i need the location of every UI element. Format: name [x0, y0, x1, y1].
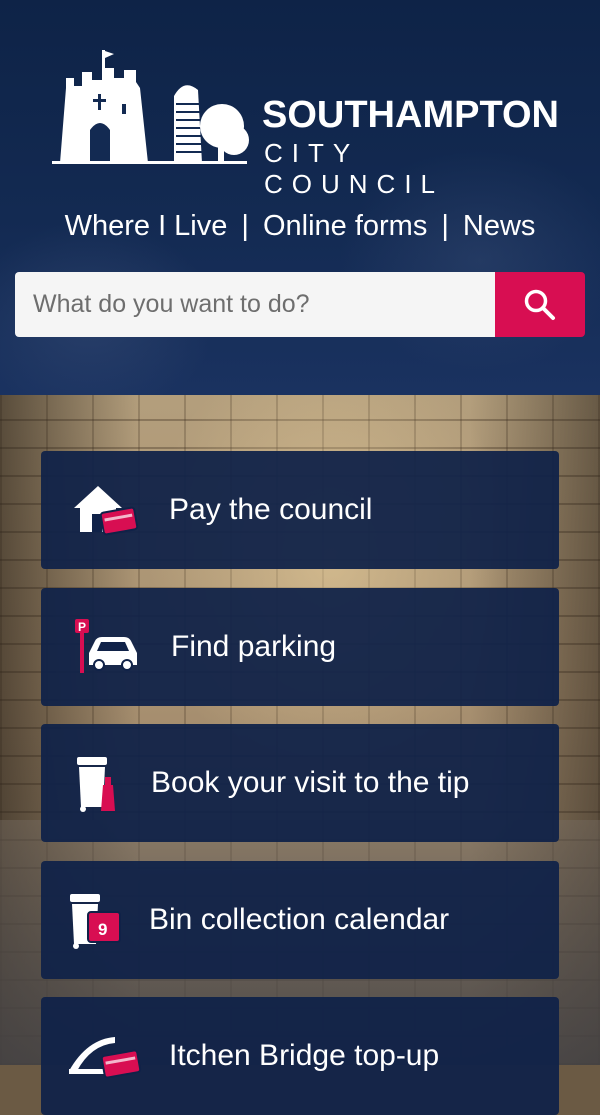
service-label: Itchen Bridge top-up — [169, 1039, 440, 1072]
site-header: SOUTHAMPTON CITY COUNCIL Where I Live | On… — [0, 0, 600, 395]
search-button[interactable] — [495, 272, 585, 337]
bin-bottle-icon — [41, 724, 151, 842]
house-card-icon — [41, 451, 169, 569]
brand-name: SOUTHAMPTON — [262, 94, 559, 136]
parking-car-icon: P — [41, 588, 171, 706]
search-input[interactable] — [15, 272, 495, 337]
top-nav: Where I Live | Online forms | News — [0, 210, 600, 243]
nav-news[interactable]: News — [463, 210, 536, 242]
bin-calendar-icon: 9 — [41, 861, 149, 979]
castle-logo-icon — [52, 50, 249, 164]
search-bar — [15, 272, 585, 337]
svg-text:9: 9 — [98, 920, 107, 939]
svg-text:P: P — [78, 620, 86, 634]
service-pay-the-council[interactable]: Pay the council — [41, 451, 559, 569]
nav-where-i-live[interactable]: Where I Live — [65, 210, 228, 242]
bridge-card-icon — [41, 997, 169, 1115]
service-find-parking[interactable]: P Find parking — [41, 588, 559, 706]
nav-separator: | — [241, 210, 249, 242]
service-book-tip-visit[interactable]: Book your visit to the tip — [41, 724, 559, 842]
service-label: Bin collection calendar — [149, 903, 450, 936]
search-icon — [524, 289, 555, 320]
nav-separator: | — [441, 210, 449, 242]
service-label: Book your visit to the tip — [151, 766, 470, 799]
service-label: Pay the council — [169, 493, 373, 526]
nav-online-forms[interactable]: Online forms — [263, 210, 427, 242]
brand-subtitle: CITY COUNCIL — [264, 138, 445, 199]
service-bin-collection-calendar[interactable]: 9 Bin collection calendar — [41, 861, 559, 979]
service-itchen-bridge-top-up[interactable]: Itchen Bridge top-up — [41, 997, 559, 1115]
service-label: Find parking — [171, 630, 337, 663]
council-logo[interactable]: SOUTHAMPTON CITY COUNCIL — [52, 48, 559, 199]
